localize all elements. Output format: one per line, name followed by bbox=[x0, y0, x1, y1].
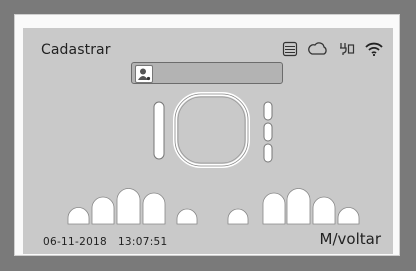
finger-r2 bbox=[262, 192, 286, 225]
finger-l2 bbox=[91, 196, 115, 225]
hand-diagram bbox=[67, 92, 360, 225]
right-bar-1 bbox=[263, 101, 273, 121]
right-bar-2 bbox=[263, 122, 273, 142]
finger-l4 bbox=[142, 192, 166, 225]
finger-r4 bbox=[312, 196, 336, 225]
finger-r1 bbox=[227, 208, 249, 225]
center-pad bbox=[173, 92, 250, 168]
center-pad-inner bbox=[177, 96, 246, 164]
date-text: 06-11-2018 bbox=[43, 236, 108, 248]
finger-l3 bbox=[116, 188, 141, 225]
right-bar-3 bbox=[263, 143, 273, 163]
back-button[interactable]: M/voltar bbox=[320, 230, 381, 248]
finger-r5 bbox=[337, 207, 360, 225]
left-bar bbox=[153, 101, 165, 160]
time-text: 13:07:51 bbox=[117, 236, 168, 248]
finger-r3 bbox=[286, 188, 311, 225]
finger-l1 bbox=[67, 207, 90, 225]
finger-l5 bbox=[176, 208, 198, 225]
right-hand-fingers bbox=[227, 188, 360, 225]
device-screen: Cadastrar 06-11-2018 13:07:51 M/voltar bbox=[23, 28, 393, 254]
datetime-readout: 06-11-2018 13:07:51 bbox=[43, 236, 168, 248]
left-hand-fingers bbox=[67, 188, 198, 225]
